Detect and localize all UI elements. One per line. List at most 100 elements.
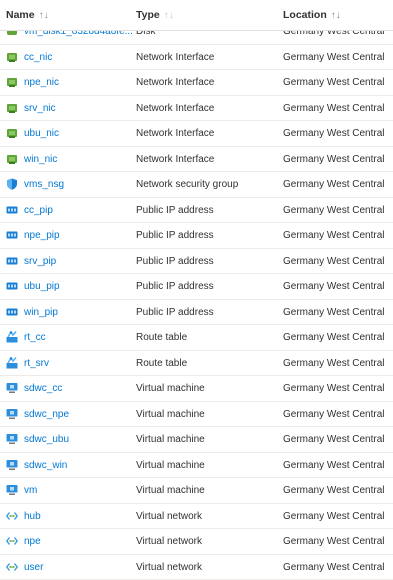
resource-type: Virtual network [136, 536, 202, 547]
row-19[interactable]: hub Virtual network Germany West Central [0, 504, 393, 530]
resource-location: Germany West Central [283, 332, 385, 343]
resource-type: Public IP address [136, 205, 214, 216]
resource-type: Virtual machine [136, 434, 205, 445]
virtual-machine-icon [6, 408, 18, 420]
resource-location: Germany West Central [283, 103, 385, 114]
virtual-machine-icon [6, 382, 18, 394]
resource-name-link[interactable]: srv_pip [24, 256, 56, 267]
row-3[interactable]: srv_nic Network Interface Germany West C… [0, 96, 393, 122]
resource-location: Germany West Central [283, 409, 385, 420]
resource-type: Virtual network [136, 562, 202, 573]
row-15[interactable]: sdwc_npe Virtual machine Germany West Ce… [0, 402, 393, 428]
column-header-label: Name [6, 9, 35, 21]
row-2[interactable]: npe_nic Network Interface Germany West C… [0, 70, 393, 96]
resource-name-link[interactable]: srv_nic [24, 103, 56, 114]
resource-location: Germany West Central [283, 434, 385, 445]
row-17[interactable]: sdwc_win Virtual machine Germany West Ce… [0, 453, 393, 479]
resource-name-link[interactable]: win_pip [24, 307, 58, 318]
resource-name-link[interactable]: sdwc_npe [24, 409, 69, 420]
column-header-location[interactable]: Location ↑↓ [283, 9, 341, 21]
row-13[interactable]: rt_srv Route table Germany West Central [0, 351, 393, 377]
table-header: Name ↑↓ Type ↑↓ Location ↑↓ [0, 0, 393, 31]
public-ip-icon [6, 229, 18, 241]
resource-type: Virtual machine [136, 409, 205, 420]
virtual-machine-icon [6, 433, 18, 445]
row-11[interactable]: win_pip Public IP address Germany West C… [0, 300, 393, 326]
resource-type: Public IP address [136, 256, 214, 267]
row-20[interactable]: npe Virtual network Germany West Central [0, 529, 393, 555]
row-7[interactable]: cc_pip Public IP address Germany West Ce… [0, 198, 393, 224]
public-ip-icon [6, 204, 18, 216]
resource-type: Virtual machine [136, 383, 205, 394]
resource-name-link[interactable]: hub [24, 511, 41, 522]
resource-location: Germany West Central [283, 307, 385, 318]
resource-name-link[interactable]: rt_cc [24, 332, 46, 343]
resource-location: Germany West Central [283, 358, 385, 369]
sort-icon[interactable]: ↑↓ [164, 10, 174, 21]
row-12[interactable]: rt_cc Route table Germany West Central [0, 325, 393, 351]
resource-name-link[interactable]: sdwc_cc [24, 383, 62, 394]
resource-name-link[interactable]: sdwc_win [24, 460, 67, 471]
resource-location: Germany West Central [283, 256, 385, 267]
resource-name-link[interactable]: cc_nic [24, 52, 52, 63]
resource-type: Virtual machine [136, 485, 205, 496]
resource-type: Virtual network [136, 511, 202, 522]
resource-location: Germany West Central [283, 383, 385, 394]
resource-type: Public IP address [136, 281, 214, 292]
resource-location: Germany West Central [283, 511, 385, 522]
nic-icon [6, 153, 18, 165]
row-16[interactable]: sdwc_ubu Virtual machine Germany West Ce… [0, 427, 393, 453]
row-14[interactable]: sdwc_cc Virtual machine Germany West Cen… [0, 376, 393, 402]
resource-type: Public IP address [136, 307, 214, 318]
resource-type: Network security group [136, 179, 238, 190]
column-header-name[interactable]: Name ↑↓ [6, 9, 49, 21]
resource-location: Germany West Central [283, 179, 385, 190]
column-header-label: Location [283, 9, 327, 21]
public-ip-icon [6, 255, 18, 267]
resource-type: Virtual machine [136, 460, 205, 471]
resource-location: Germany West Central [283, 128, 385, 139]
row-21[interactable]: user Virtual network Germany West Centra… [0, 555, 393, 580]
sort-icon[interactable]: ↑↓ [39, 10, 49, 21]
resource-location: Germany West Central [283, 460, 385, 471]
resource-name-link[interactable]: npe [24, 536, 41, 547]
resource-name-link[interactable]: npe_nic [24, 77, 59, 88]
nic-icon [6, 127, 18, 139]
nic-icon [6, 102, 18, 114]
resource-location: Germany West Central [283, 52, 385, 63]
column-header-type[interactable]: Type ↑↓ [136, 9, 174, 21]
row-8[interactable]: npe_pip Public IP address Germany West C… [0, 223, 393, 249]
resource-name-link[interactable]: win_nic [24, 154, 57, 165]
virtual-machine-icon [6, 459, 18, 471]
route-table-icon [6, 331, 18, 343]
virtual-network-icon [6, 510, 18, 522]
resource-table: vm_disk1_8328d4a8fe... Disk Germany West… [0, 0, 393, 31]
resource-name-link[interactable]: sdwc_ubu [24, 434, 69, 445]
resource-name-link[interactable]: ubu_nic [24, 128, 59, 139]
resource-location: Germany West Central [283, 77, 385, 88]
resource-name-link[interactable]: vms_nsg [24, 179, 64, 190]
resource-location: Germany West Central [283, 205, 385, 216]
row-5[interactable]: win_nic Network Interface Germany West C… [0, 147, 393, 173]
resource-type: Network Interface [136, 128, 214, 139]
sort-icon[interactable]: ↑↓ [331, 10, 341, 21]
row-10[interactable]: ubu_pip Public IP address Germany West C… [0, 274, 393, 300]
resource-name-link[interactable]: cc_pip [24, 205, 53, 216]
virtual-machine-icon [6, 484, 18, 496]
row-4[interactable]: ubu_nic Network Interface Germany West C… [0, 121, 393, 147]
row-18[interactable]: vm Virtual machine Germany West Central [0, 478, 393, 504]
resource-name-link[interactable]: npe_pip [24, 230, 60, 241]
resource-name-link[interactable]: rt_srv [24, 358, 49, 369]
row-6[interactable]: vms_nsg Network security group Germany W… [0, 172, 393, 198]
virtual-network-icon [6, 535, 18, 547]
resource-type: Network Interface [136, 103, 214, 114]
column-header-label: Type [136, 9, 160, 21]
resource-name-link[interactable]: ubu_pip [24, 281, 60, 292]
resource-name-link[interactable]: vm [24, 485, 37, 496]
shield-icon [6, 178, 18, 190]
resource-location: Germany West Central [283, 485, 385, 496]
row-1[interactable]: cc_nic Network Interface Germany West Ce… [0, 45, 393, 71]
resource-type: Public IP address [136, 230, 214, 241]
resource-name-link[interactable]: user [24, 562, 43, 573]
row-9[interactable]: srv_pip Public IP address Germany West C… [0, 249, 393, 275]
